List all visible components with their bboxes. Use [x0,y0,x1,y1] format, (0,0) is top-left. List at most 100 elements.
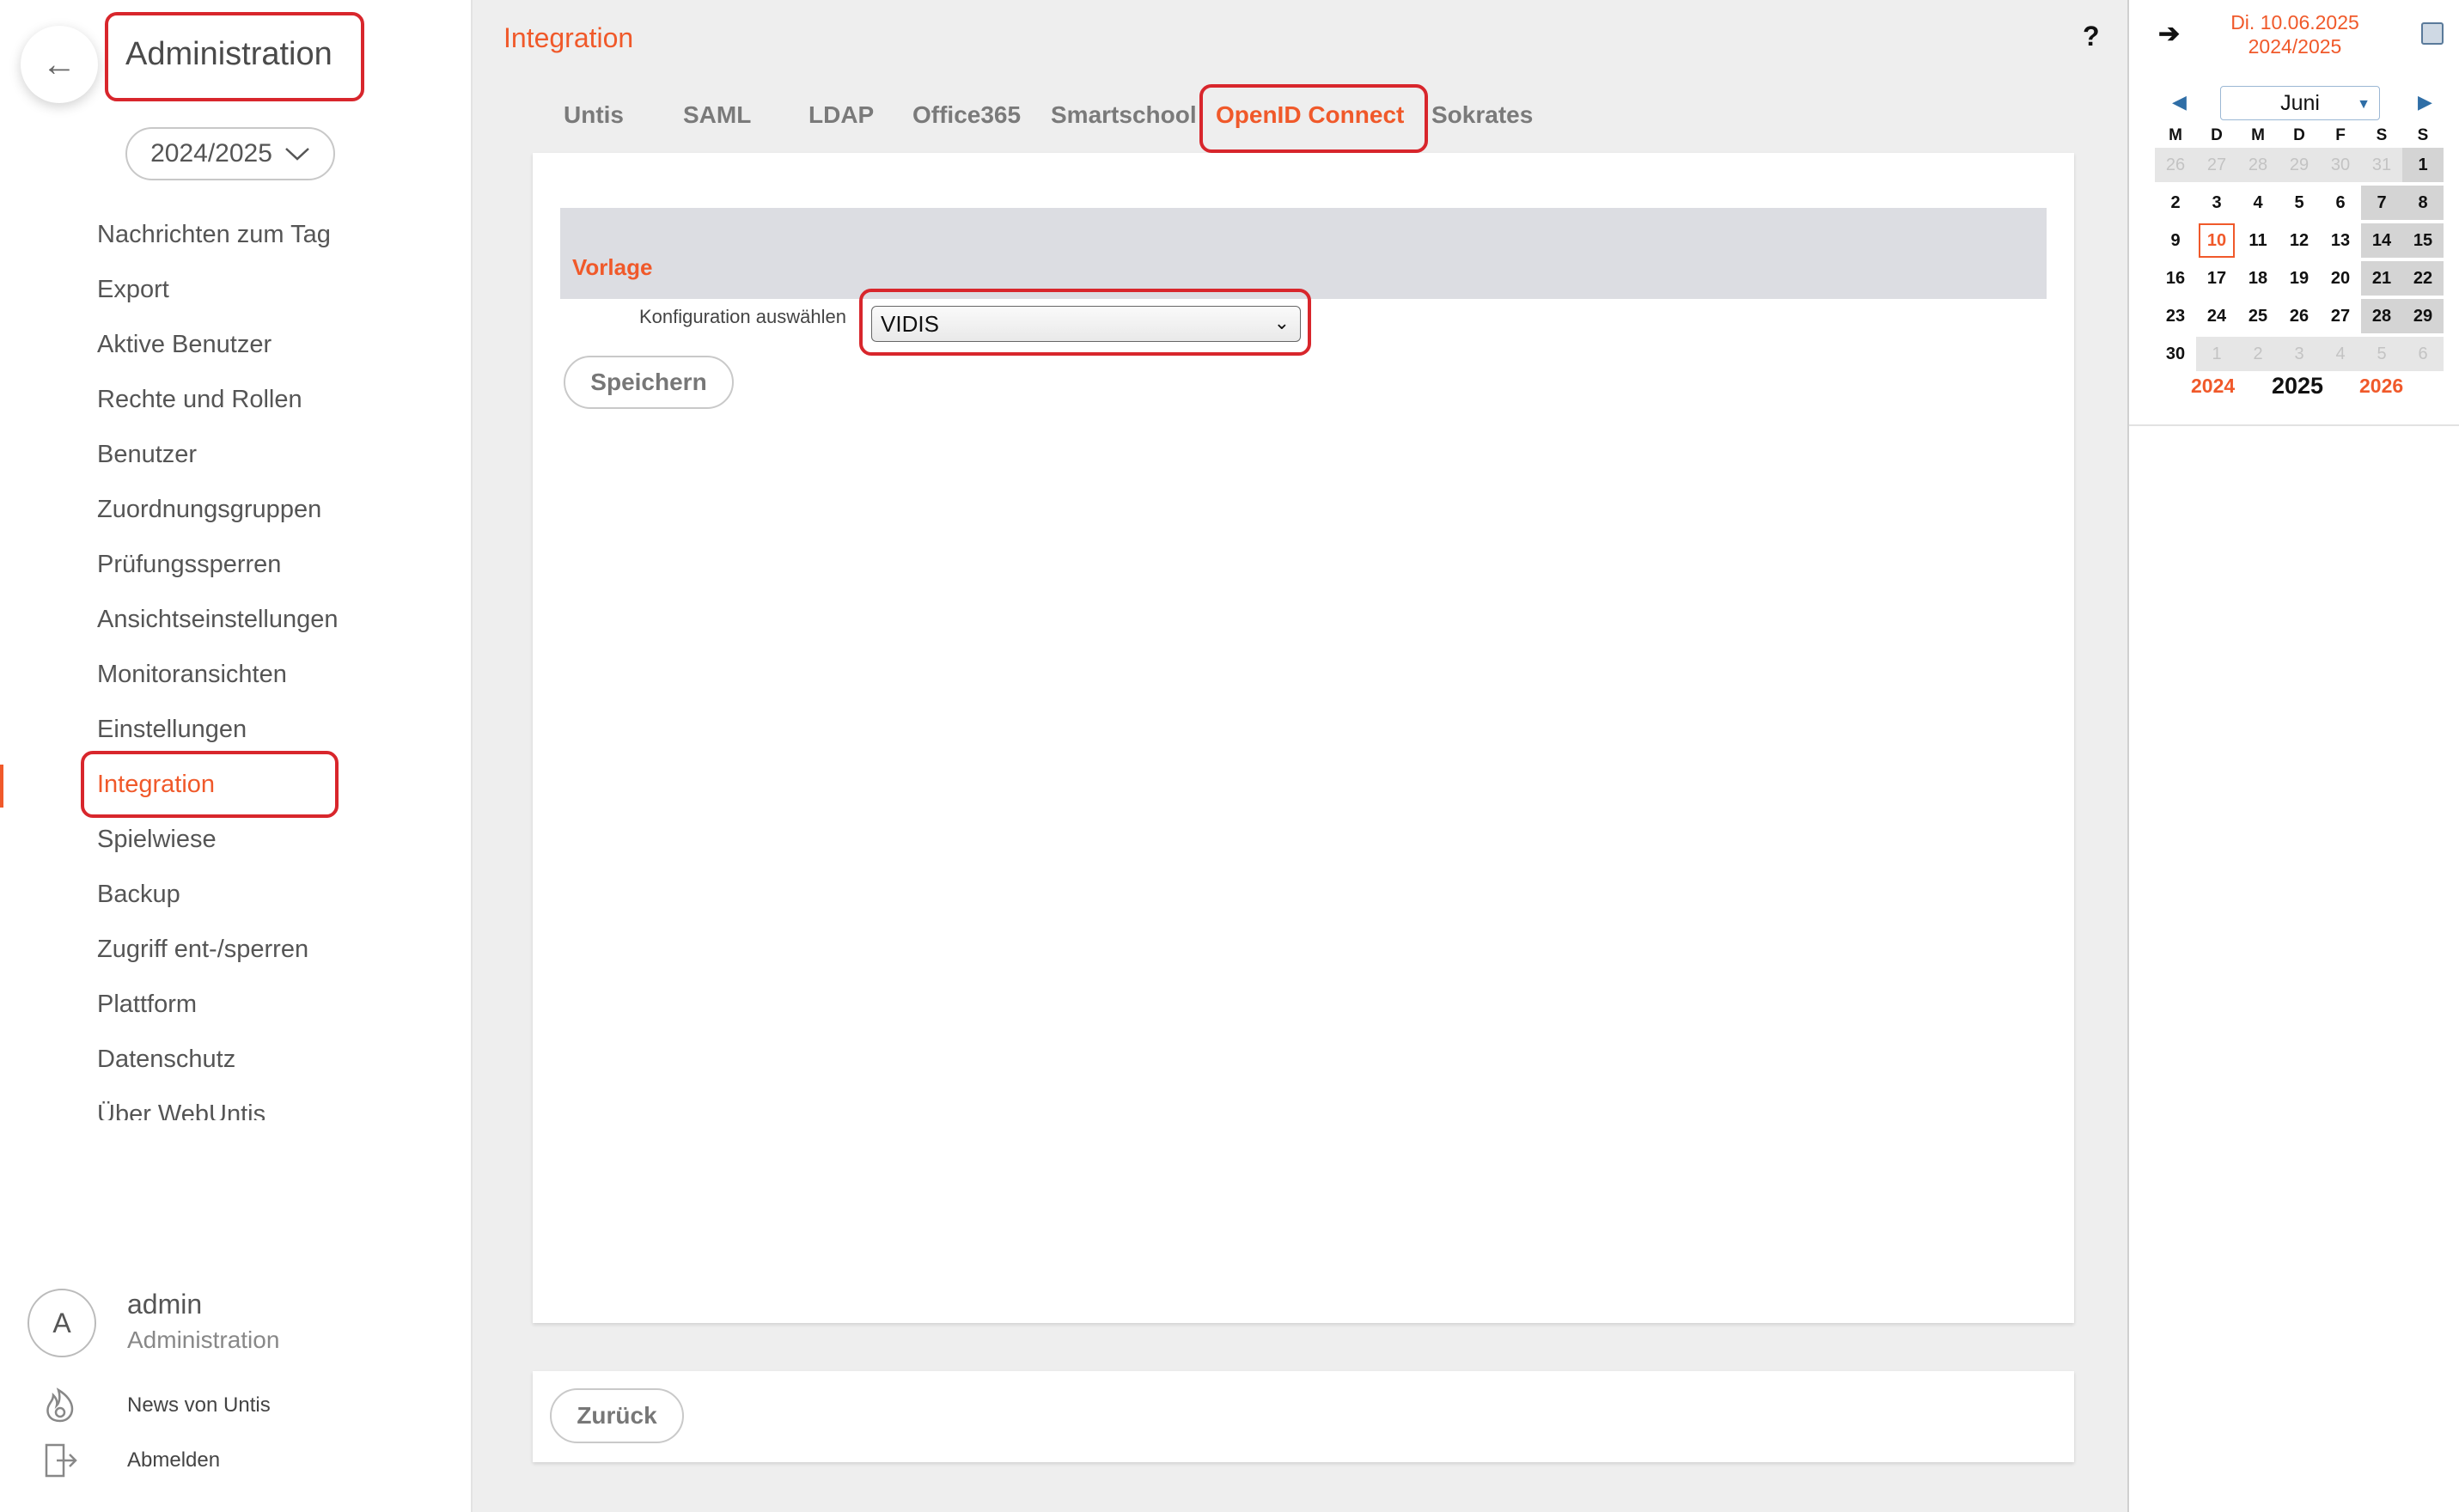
logout-link[interactable]: Abmelden [127,1448,220,1472]
school-year-selector[interactable]: 2024/2025 [125,127,335,180]
calendar-icon[interactable] [2421,22,2444,45]
calendar-day[interactable]: 6 [2402,337,2444,371]
calendar-day[interactable]: 4 [2320,337,2361,371]
sidebar-item-aktive-benutzer[interactable]: Aktive Benutzer [97,326,458,381]
sidebar-item-backup[interactable]: Backup [97,876,458,931]
calendar-day[interactable]: 15 [2402,223,2444,258]
calendar-day[interactable]: 28 [2237,148,2279,182]
calendar-day[interactable]: 24 [2196,299,2237,333]
calendar-day[interactable]: 25 [2237,299,2279,333]
calendar-day[interactable]: 31 [2361,148,2402,182]
month-select[interactable]: Juni ▼ [2220,86,2380,120]
sidebar-item-export[interactable]: Export [97,271,458,326]
section-header: Vorlage [560,208,2047,299]
integration-highlight [81,751,339,818]
sidebar-item-zugriff[interactable]: Zugriff ent-/sperren [97,931,458,986]
calendar-day[interactable]: 18 [2237,261,2279,296]
sidebar-item-plattform[interactable]: Plattform [97,986,458,1041]
tab-office365[interactable]: Office365 [912,101,1021,129]
calendar-day[interactable]: 29 [2279,148,2320,182]
calendar-day[interactable]: 11 [2237,223,2279,258]
news-link[interactable]: News von Untis [127,1393,271,1418]
calendar-day[interactable]: 30 [2320,148,2361,182]
tab-smartschool[interactable]: Smartschool [1051,101,1197,129]
calendar-day[interactable]: 30 [2155,337,2196,371]
calendar-day[interactable]: 29 [2402,299,2444,333]
calendar-day[interactable]: 28 [2361,299,2402,333]
chevron-down-icon [285,148,309,161]
back-button[interactable]: ← [21,26,98,103]
logout-icon [45,1443,77,1478]
sidebar-item-zuordnungsgruppen[interactable]: Zuordnungsgruppen [97,491,458,546]
prev-month-icon[interactable]: ◀ [2172,91,2187,113]
help-button[interactable]: ? [2083,21,2100,52]
calendar-day[interactable]: 3 [2279,337,2320,371]
dropdown-triangle-icon: ▼ [2357,97,2371,112]
calendar-week: 30 1 2 3 4 5 6 [2155,337,2444,375]
section-title: Vorlage [572,254,653,280]
calendar-day[interactable]: 1 [2402,148,2444,182]
sidebar-item-rechte-rollen[interactable]: Rechte und Rollen [97,381,458,436]
calendar-day[interactable]: 27 [2320,299,2361,333]
calendar-day[interactable]: 16 [2155,261,2196,296]
sidebar-item-pruefungssperren[interactable]: Prüfungssperren [97,546,458,601]
month-label: Juni [2280,90,2320,115]
next-year-link[interactable]: 2026 [2359,375,2403,398]
sidebar-item-ansichtseinstellungen[interactable]: Ansichtseinstellungen [97,601,458,656]
calendar-divider [2129,424,2459,426]
calendar-day[interactable]: 20 [2320,261,2361,296]
tab-ldap[interactable]: LDAP [808,101,874,129]
bottom-panel: Zurück [533,1371,2074,1462]
calendar-day[interactable]: 23 [2155,299,2196,333]
tab-untis[interactable]: Untis [564,101,624,129]
calendar-day[interactable]: 3 [2196,186,2237,220]
sidebar: ← Administration 2024/2025 Nachrichten z… [0,0,473,1512]
tab-saml[interactable]: SAML [683,101,751,129]
sidebar-item-spielwiese[interactable]: Spielwiese [97,821,458,876]
weekday-header: M D M D F S S [2155,124,2444,148]
calendar-day[interactable]: 8 [2402,186,2444,220]
sidebar-item-ueber-webuntis[interactable]: Über WebUntis [97,1096,458,1120]
calendar-day[interactable]: 4 [2237,186,2279,220]
calendar-day[interactable]: 14 [2361,223,2402,258]
calendar-day[interactable]: 26 [2155,148,2196,182]
calendar-day[interactable]: 9 [2155,223,2196,258]
prev-year-link[interactable]: 2024 [2191,375,2235,398]
arrow-left-icon: ← [42,45,76,83]
calendar-day[interactable]: 2 [2237,337,2279,371]
calendar-day[interactable]: 5 [2279,186,2320,220]
calendar-day[interactable]: 13 [2320,223,2361,258]
sidebar-item-benutzer[interactable]: Benutzer [97,436,458,491]
calendar-day[interactable]: 2 [2155,186,2196,220]
arrow-right-icon[interactable]: ➔ [2158,19,2180,49]
weekday-label: M [2251,126,2265,144]
back-button-bottom[interactable]: Zurück [550,1388,684,1443]
calendar-day[interactable]: 27 [2196,148,2237,182]
sidebar-item-nachrichten[interactable]: Nachrichten zum Tag [97,216,458,271]
page-title: Integration [503,22,634,53]
save-button[interactable]: Speichern [564,356,734,409]
tab-sokrates[interactable]: Sokrates [1431,101,1533,129]
calendar-week: 2 3 4 5 6 7 8 [2155,186,2444,223]
next-month-icon[interactable]: ▶ [2418,91,2432,113]
avatar[interactable]: A [27,1289,96,1357]
calendar-week: 16 17 18 19 20 21 22 [2155,261,2444,299]
calendar-day[interactable]: 21 [2361,261,2402,296]
sidebar-item-datenschutz[interactable]: Datenschutz [97,1041,458,1096]
calendar-day[interactable]: 19 [2279,261,2320,296]
current-date-label: Di. 10.06.2025 [2230,11,2359,34]
calendar-day[interactable]: 22 [2402,261,2444,296]
calendar-day[interactable]: 26 [2279,299,2320,333]
calendar-day[interactable]: 7 [2361,186,2402,220]
calendar-week: 9 10 11 12 13 14 15 [2155,223,2444,261]
current-school-year: 2024/2025 [2248,35,2342,58]
sidebar-item-monitoransichten[interactable]: Monitoransichten [97,656,458,711]
calendar-day[interactable]: 17 [2196,261,2237,296]
calendar-panel: ➔ Di. 10.06.2025 2024/2025 ◀ Juni ▼ ▶ M … [2127,0,2459,1512]
sidebar-nav: Nachrichten zum Tag Export Aktive Benutz… [97,216,458,1120]
calendar-day[interactable]: 5 [2361,337,2402,371]
calendar-day[interactable]: 6 [2320,186,2361,220]
calendar-day[interactable]: 12 [2279,223,2320,258]
calendar-day[interactable]: 1 [2196,337,2237,371]
calendar-day-today[interactable]: 10 [2199,223,2235,258]
